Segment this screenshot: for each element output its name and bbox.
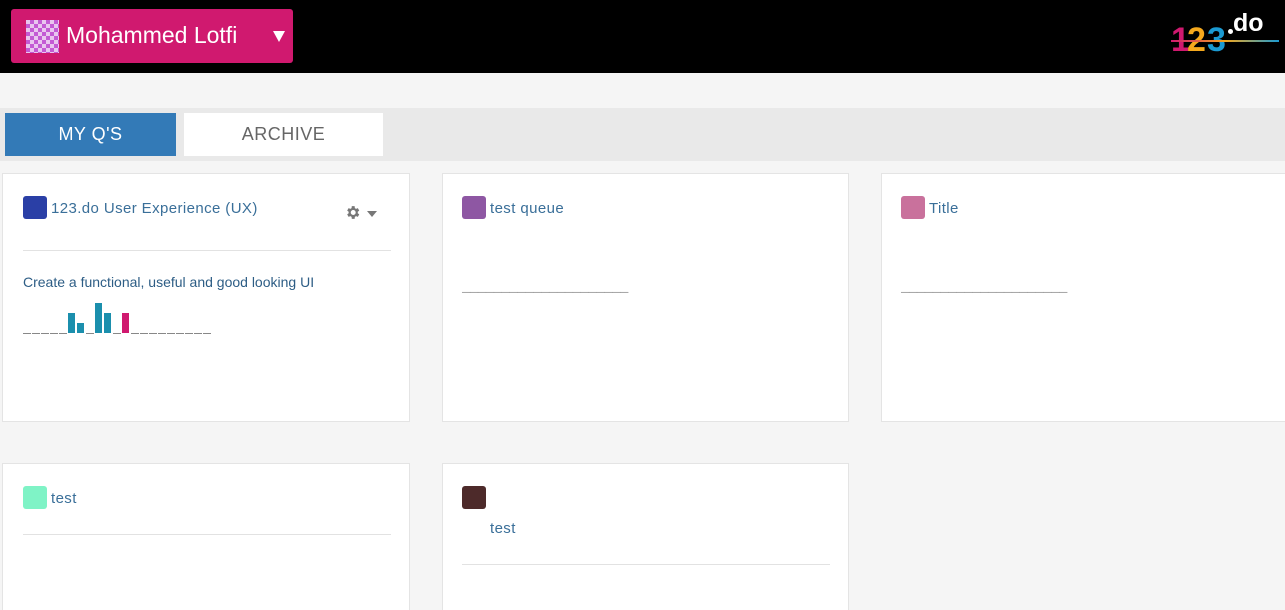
activity-dash	[86, 333, 94, 334]
queue-color-swatch	[462, 196, 486, 219]
empty-activity-line: _____________________	[462, 280, 628, 296]
tab-bar: MY Q'S ARCHIVE	[0, 108, 1285, 161]
app-logo[interactable]: 1 2 3 do	[1171, 9, 1279, 59]
card-divider	[23, 250, 391, 251]
queue-title[interactable]: test	[51, 490, 77, 507]
card-divider	[23, 534, 391, 535]
activity-dash	[50, 333, 58, 334]
tab-my-qs[interactable]: MY Q'S	[5, 113, 176, 156]
queue-title[interactable]: test	[490, 520, 516, 537]
activity-bar	[68, 313, 75, 333]
activity-dash	[194, 333, 202, 334]
queue-card[interactable]: test	[442, 463, 849, 610]
gear-icon	[347, 206, 360, 219]
activity-dash	[140, 333, 148, 334]
activity-bar	[95, 303, 102, 333]
activity-sparkline	[23, 298, 213, 334]
queue-color-swatch	[462, 486, 486, 509]
queue-card[interactable]: test queue _____________________	[442, 173, 849, 422]
queue-description: Create a functional, useful and good loo…	[23, 274, 315, 290]
activity-dash	[167, 333, 175, 334]
chevron-down-icon	[273, 31, 285, 42]
activity-dash	[131, 333, 139, 334]
user-name: Mohammed Lotfi	[66, 22, 238, 48]
activity-dash	[185, 333, 193, 334]
tab-archive[interactable]: ARCHIVE	[184, 113, 383, 156]
card-divider	[462, 564, 830, 565]
activity-bar	[77, 323, 84, 333]
activity-dash	[149, 333, 157, 334]
activity-bar	[122, 313, 129, 333]
queue-card[interactable]: Title _____________________	[881, 173, 1285, 422]
user-menu-button[interactable]: Mohammed Lotfi	[11, 9, 293, 63]
activity-dash	[32, 333, 40, 334]
queue-color-swatch	[901, 196, 925, 219]
activity-dash	[59, 333, 67, 334]
activity-bar	[104, 313, 111, 333]
empty-activity-line: _____________________	[901, 280, 1067, 296]
activity-dash	[41, 333, 49, 334]
top-bar: Mohammed Lotfi 1 2 3 do	[0, 0, 1285, 73]
logo-underline	[1171, 40, 1279, 42]
activity-dash	[176, 333, 184, 334]
activity-dash	[158, 333, 166, 334]
queue-color-swatch	[23, 486, 47, 509]
queue-card[interactable]: test	[2, 463, 410, 610]
chevron-down-icon[interactable]	[367, 211, 377, 217]
queue-card[interactable]: 123.do User Experience (UX) Create a fun…	[2, 173, 410, 422]
settings-gear-icon[interactable]	[344, 204, 361, 226]
queue-title[interactable]: test queue	[490, 200, 564, 217]
activity-dash	[23, 333, 31, 334]
queue-title[interactable]: Title	[929, 200, 959, 217]
activity-dash	[203, 333, 211, 334]
queue-title[interactable]: 123.do User Experience (UX)	[51, 200, 258, 217]
avatar	[26, 20, 59, 53]
queue-color-swatch	[23, 196, 47, 219]
activity-dash	[113, 333, 121, 334]
logo-suffix: do	[1233, 9, 1264, 37]
